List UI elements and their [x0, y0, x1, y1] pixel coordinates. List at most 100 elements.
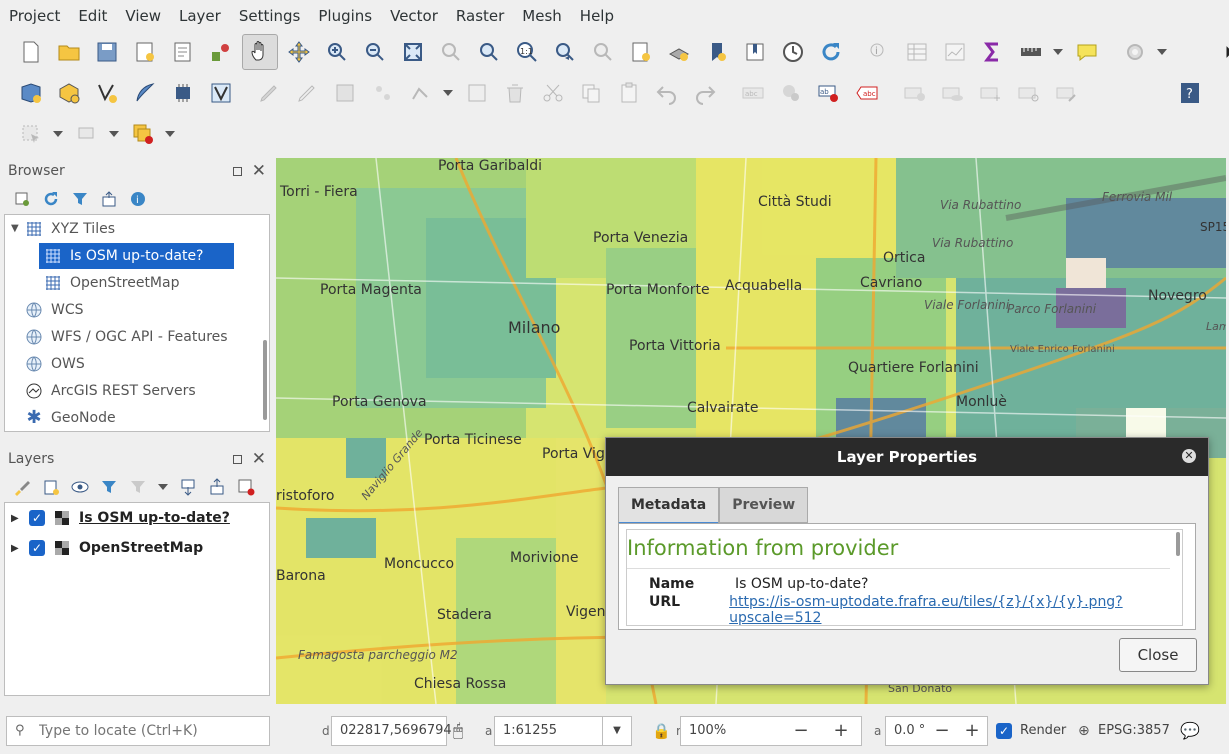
close-icon[interactable]: ✕ — [252, 161, 266, 181]
expand-all-icon[interactable] — [178, 477, 198, 497]
toggle-extents-icon[interactable]: 🖱 — [453, 721, 463, 741]
zoom-next-button[interactable] — [586, 35, 620, 69]
open-project-button[interactable] — [52, 35, 86, 69]
save-edits-button[interactable] — [328, 76, 362, 110]
new-map-view-button[interactable] — [624, 35, 658, 69]
undock-icon[interactable] — [232, 454, 242, 464]
new-project-button[interactable] — [14, 35, 48, 69]
crs-globe-icon[interactable]: ⊕ — [1078, 723, 1090, 739]
identify-features-button[interactable]: i — [862, 35, 896, 69]
temporal-controller-button[interactable] — [776, 35, 810, 69]
label-change-button[interactable]: abc — [850, 76, 884, 110]
chevron-right-icon[interactable]: ▶ — [11, 543, 29, 554]
new-memory-layer-button[interactable] — [166, 76, 200, 110]
plus-icon[interactable]: + — [957, 720, 987, 741]
collapse-all-icon[interactable] — [207, 477, 227, 497]
layer-visibility-checkbox[interactable]: ✓ — [29, 540, 45, 556]
menu-plugins[interactable]: Plugins — [309, 7, 381, 25]
zoom-full-button[interactable] — [396, 35, 430, 69]
close-icon[interactable]: ✕ — [1182, 449, 1196, 463]
new-spatialite-layer-button[interactable] — [128, 76, 162, 110]
layer-visibility-checkbox[interactable]: ✓ — [29, 510, 45, 526]
tree-item-wfs[interactable]: WFS / OGC API - Features — [5, 323, 269, 350]
pan-to-selection-button[interactable] — [282, 35, 316, 69]
tree-item-xyz-tiles[interactable]: ▼ XYZ Tiles — [5, 215, 269, 242]
new-virtual-layer-button[interactable] — [204, 76, 238, 110]
vertex-tool-button[interactable] — [404, 76, 438, 110]
chevron-down-icon[interactable]: ▼ — [602, 716, 631, 745]
add-group-icon[interactable] — [41, 477, 61, 497]
toggle-editing-button[interactable] — [290, 76, 324, 110]
close-icon[interactable]: ✕ — [252, 449, 266, 469]
select-dropdown[interactable] — [52, 117, 64, 151]
close-button[interactable]: Close — [1119, 638, 1197, 672]
attribute-table-button[interactable] — [900, 35, 934, 69]
label-edit-button[interactable] — [1050, 76, 1084, 110]
deselect-features-button[interactable] — [126, 117, 160, 151]
menu-settings[interactable]: Settings — [230, 7, 310, 25]
sum-button[interactable] — [976, 35, 1010, 69]
measure-button[interactable] — [1014, 35, 1048, 69]
new-geopackage-layer-button[interactable] — [14, 76, 48, 110]
metadata-url-link[interactable]: https://is-osm-uptodate.frafra.eu/tiles/… — [729, 594, 1182, 625]
current-edits-button[interactable] — [252, 76, 286, 110]
select-features-button[interactable] — [14, 117, 48, 151]
tab-preview[interactable]: Preview — [719, 487, 809, 523]
properties-info-icon[interactable]: i — [128, 189, 148, 209]
chevron-right-icon[interactable]: ▶ — [11, 513, 29, 524]
minus-icon[interactable]: − — [781, 720, 821, 741]
add-feature-button[interactable] — [366, 76, 400, 110]
style-manager-button[interactable] — [204, 35, 238, 69]
new-shapefile-layer-button[interactable] — [52, 76, 86, 110]
label-pin-button[interactable] — [774, 76, 808, 110]
map-tips-button[interactable] — [1070, 35, 1104, 69]
locator-input[interactable] — [36, 721, 241, 740]
menu-raster[interactable]: Raster — [447, 7, 513, 25]
refresh-icon[interactable] — [41, 189, 61, 209]
tree-item-wcs[interactable]: WCS — [5, 296, 269, 323]
menu-project[interactable]: Project — [0, 7, 69, 25]
cut-features-button[interactable] — [536, 76, 570, 110]
layer-row-is-osm-up-to-date[interactable]: ▶ ✓ Is OSM up-to-date? — [5, 503, 269, 533]
tab-metadata[interactable]: Metadata — [618, 487, 720, 525]
metadata-scrollbar[interactable] — [1176, 532, 1180, 556]
settings-tool-button[interactable] — [1118, 35, 1152, 69]
zoom-to-layer-button[interactable] — [472, 35, 506, 69]
settings-dropdown[interactable] — [1156, 35, 1168, 69]
plus-icon[interactable]: + — [821, 720, 861, 741]
redo-button[interactable] — [688, 76, 722, 110]
coordinate-field[interactable]: 022817,5696794 — [331, 715, 452, 746]
eye-icon[interactable] — [70, 477, 90, 497]
statistics-button[interactable] — [938, 35, 972, 69]
browser-scrollbar[interactable] — [263, 340, 267, 420]
remove-layer-icon[interactable] — [236, 477, 256, 497]
zoom-out-button[interactable] — [358, 35, 392, 69]
filter-expression-icon[interactable] — [128, 477, 148, 497]
zoom-to-selection-button[interactable] — [434, 35, 468, 69]
menu-vector[interactable]: Vector — [381, 7, 447, 25]
crs-label[interactable]: EPSG:3857 — [1098, 723, 1170, 738]
tree-item-arcgis[interactable]: ArcGIS REST Servers — [5, 377, 269, 404]
zoom-in-button[interactable] — [320, 35, 354, 69]
measure-dropdown[interactable] — [1052, 35, 1064, 69]
render-checkbox[interactable]: ✓ — [996, 722, 1012, 739]
layout-manager-button[interactable] — [166, 35, 200, 69]
tree-item-openstreetmap[interactable]: OpenStreetMap — [5, 269, 269, 296]
save-project-button[interactable] — [90, 35, 124, 69]
refresh-button[interactable] — [814, 35, 848, 69]
label-rotate-button[interactable] — [1012, 76, 1046, 110]
select-by-value-button[interactable] — [70, 117, 104, 151]
menu-view[interactable]: View — [116, 7, 170, 25]
style-brush-icon[interactable] — [12, 477, 32, 497]
collapse-all-icon[interactable] — [99, 189, 119, 209]
toolbar-overflow-button[interactable] — [1219, 35, 1229, 69]
add-layer-icon[interactable] — [12, 189, 32, 209]
undock-icon[interactable] — [232, 166, 242, 176]
scale-combobox[interactable]: 1:61255 ▼ — [494, 715, 632, 746]
delete-selected-button[interactable] — [498, 76, 532, 110]
tree-item-ows[interactable]: OWS — [5, 350, 269, 377]
minus-icon[interactable]: − — [927, 720, 957, 741]
new-print-layout-button[interactable] — [128, 35, 162, 69]
new-vertex-layer-button[interactable] — [90, 76, 124, 110]
chevron-down-icon[interactable]: ▼ — [11, 223, 25, 234]
